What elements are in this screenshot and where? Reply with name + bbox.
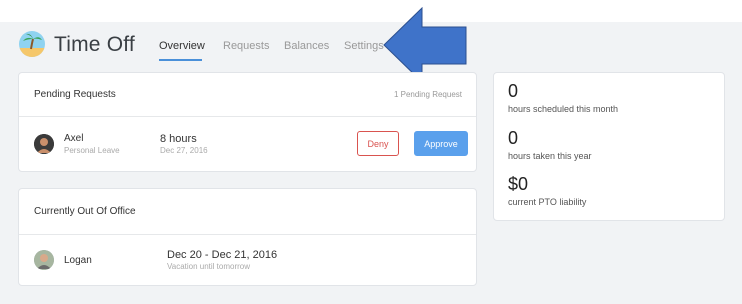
pto-stats-card: 0 hours scheduled this month 0 hours tak…: [493, 72, 725, 221]
pending-count: 1 Pending Request: [393, 90, 462, 99]
tab-balances[interactable]: Balances: [284, 40, 329, 52]
page-title: Time Off: [54, 33, 135, 56]
leave-type: Personal Leave: [64, 146, 120, 155]
request-duration: 8 hours: [160, 133, 197, 145]
pending-requests-title: Pending Requests: [34, 89, 116, 100]
stat-value: 0: [508, 128, 519, 148]
ooo-person-name: Logan: [64, 255, 92, 266]
stat-value: 0: [508, 81, 519, 101]
stat-label: hours scheduled this month: [508, 104, 619, 114]
out-of-office-card: Currently Out Of Office Logan Dec 20 - D…: [18, 188, 477, 286]
deny-button[interactable]: Deny: [357, 131, 399, 156]
stat-label: current PTO liability: [508, 197, 587, 207]
palm-tree-icon: [19, 31, 45, 57]
out-of-office-title: Currently Out Of Office: [34, 206, 136, 217]
active-tab-indicator: [159, 59, 202, 61]
out-of-office-header: Currently Out Of Office: [19, 189, 476, 235]
tab-overview[interactable]: Overview: [159, 40, 205, 52]
tab-requests[interactable]: Requests: [223, 40, 269, 52]
request-date: Dec 27, 2016: [160, 146, 208, 155]
ooo-note: Vacation until tomorrow: [167, 262, 250, 271]
approve-button[interactable]: Approve: [414, 131, 468, 156]
stat-label: hours taken this year: [508, 151, 592, 161]
avatar: [34, 134, 54, 154]
pending-requests-header: Pending Requests 1 Pending Request: [19, 73, 476, 117]
requester-name: Axel: [64, 133, 84, 144]
avatar: [34, 250, 54, 270]
tab-settings[interactable]: Settings: [344, 40, 384, 52]
stat-value: $0: [508, 174, 529, 194]
ooo-dates: Dec 20 - Dec 21, 2016: [167, 249, 278, 261]
pending-requests-card: Pending Requests 1 Pending Request Axel …: [18, 72, 477, 172]
